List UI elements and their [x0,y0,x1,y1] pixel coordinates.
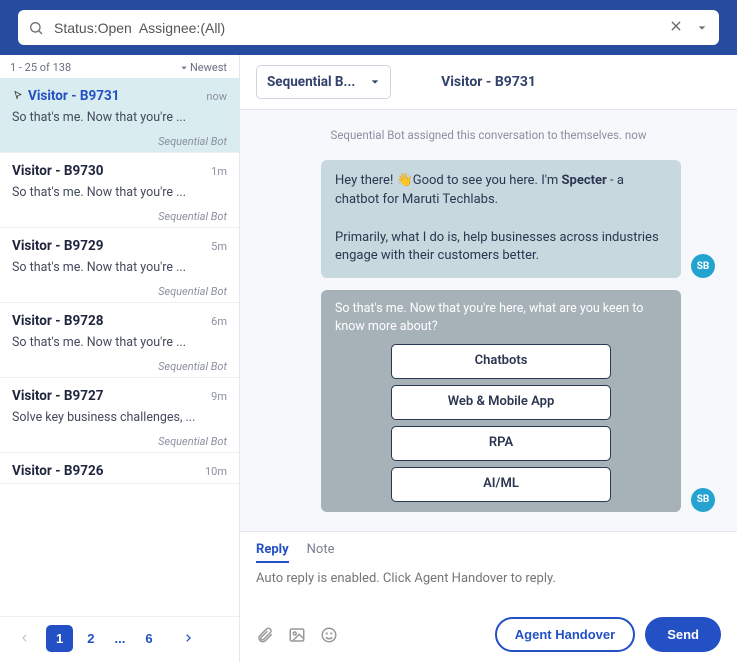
reply-tabs: Reply Note [256,538,721,563]
assignee-select[interactable]: Sequential B... [256,65,391,99]
pager-page[interactable]: 6 [139,627,158,650]
attachment-icon[interactable] [256,626,274,644]
agent-handover-button[interactable]: Agent Handover [495,617,635,652]
conversation-preview: So that's me. Now that you're ... [12,335,227,350]
reply-input[interactable] [256,571,721,605]
conversation-time: now [206,90,227,103]
option-button[interactable]: AI/ML [391,467,611,502]
conversation-assignee: Sequential Bot [12,210,227,223]
avatar: SB [691,488,715,512]
options-prompt: So that's me. Now that you're here, what… [331,300,671,336]
image-icon[interactable] [288,626,306,644]
content: 1 - 25 of 138 Newest Visitor - B9731 now S… [0,55,737,662]
conversation-name: Visitor - B9726 [12,463,103,479]
conversation-time: 9m [211,390,227,403]
list-range: 1 - 25 of 138 [10,61,71,74]
pager-page[interactable]: 1 [46,625,73,652]
conversation-name: Visitor - B9727 [12,388,103,404]
conversation-item[interactable]: Visitor - B9729 5m So that's me. Now that … [0,228,239,303]
list-header: 1 - 25 of 138 Newest [0,55,239,78]
conversation-preview: So that's me. Now that you're ... [12,260,227,275]
conversation-name: Visitor - B9730 [12,163,103,179]
conversation-item[interactable]: Visitor - B9730 1m So that's me. Now that … [0,153,239,228]
search-input[interactable] [54,20,657,36]
conversation-time: 10m [205,465,227,478]
search-box[interactable] [18,10,719,45]
chevron-down-icon [180,64,188,72]
pager-page[interactable]: ... [108,627,131,650]
pager: 12... 6 [0,616,239,662]
sort-label: Newest [190,61,227,74]
conversation-title: Visitor - B9731 [411,74,566,90]
conversation-name: Visitor - B9729 [12,238,103,254]
conversation-main: Sequential B... Visitor - B9731 Sequenti… [240,55,737,662]
search-dropdown-icon[interactable] [695,16,709,39]
conversation-item[interactable]: Visitor - B9726 10m [0,453,239,484]
send-button[interactable]: Send [645,617,721,652]
conversation-header: Sequential B... Visitor - B9731 [240,55,737,110]
system-message: Sequential Bot assigned this conversatio… [262,128,715,142]
message-area: Sequential Bot assigned this conversatio… [240,110,737,531]
conversation-assignee: Sequential Bot [12,135,227,148]
reply-footer: Agent Handover Send [256,617,721,652]
conversation-name: Visitor - B9731 [12,88,119,104]
conversation-assignee: Sequential Bot [12,360,227,373]
avatar: SB [691,254,715,278]
conversation-item[interactable]: Visitor - B9731 now So that's me. Now that… [0,78,239,153]
conversation-preview: So that's me. Now that you're ... [12,110,227,125]
chevron-down-icon [370,77,380,87]
option-button[interactable]: RPA [391,426,611,461]
tab-reply[interactable]: Reply [256,538,289,563]
sort-dropdown[interactable]: Newest [180,61,227,74]
conversation-item[interactable]: Visitor - B9727 9m Solve key business chal… [0,378,239,453]
bot-message-bubble: Hey there! 👋Good to see you here. I'm Sp… [321,160,681,278]
pager-page[interactable]: 2 [81,627,100,650]
option-button[interactable]: Web & Mobile App [391,385,611,420]
conversation-preview: So that's me. Now that you're ... [12,185,227,200]
assignee-select-label: Sequential B... [267,74,355,90]
topbar [0,0,737,55]
bot-message-row: So that's me. Now that you're here, what… [262,290,715,512]
conversation-assignee: Sequential Bot [12,435,227,448]
bot-name: Specter [562,173,607,188]
conversation-preview: Solve key business challenges, ... [12,410,227,425]
option-button[interactable]: Chatbots [391,344,611,379]
search-icon [28,20,44,36]
pager-next[interactable] [177,627,199,650]
conversation-list: Visitor - B9731 now So that's me. Now that… [0,78,239,616]
cursor-icon [12,90,24,102]
wave-icon: 👋 [397,173,413,188]
pager-prev[interactable] [14,627,36,650]
conversation-name: Visitor - B9728 [12,313,103,329]
conversation-assignee: Sequential Bot [12,285,227,298]
conversation-time: 5m [211,240,227,253]
conversation-sidebar: 1 - 25 of 138 Newest Visitor - B9731 now S… [0,55,240,662]
clear-search-icon[interactable] [667,16,685,39]
bot-options-bubble: So that's me. Now that you're here, what… [321,290,681,512]
conversation-time: 1m [211,165,227,178]
conversation-time: 6m [211,315,227,328]
conversation-item[interactable]: Visitor - B9728 6m So that's me. Now that … [0,303,239,378]
emoji-icon[interactable] [320,626,338,644]
tab-note[interactable]: Note [307,538,335,563]
bot-message-row: Hey there! 👋Good to see you here. I'm Sp… [262,160,715,278]
reply-area: Reply Note Agent Handover Send [240,531,737,662]
